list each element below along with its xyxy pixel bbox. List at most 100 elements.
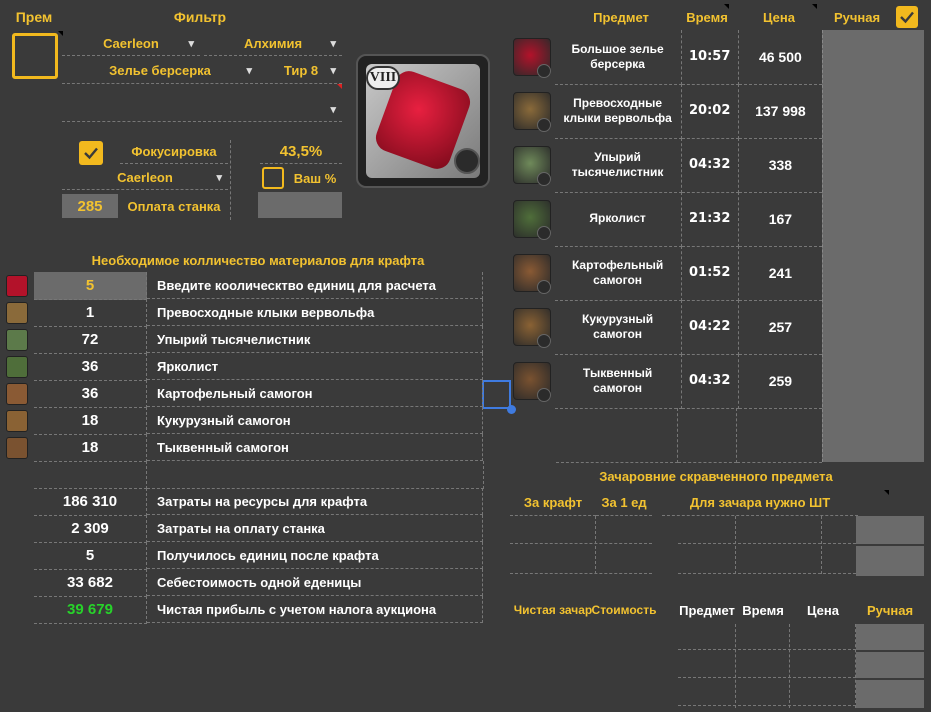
- summary-label: Себестоимость одной еденицы: [147, 569, 483, 596]
- materials-title: Необходимое колличество материалов для к…: [91, 252, 425, 268]
- manual-price-column[interactable]: [822, 30, 924, 462]
- materials-table: 5 Введите коолическтво единиц для расчет…: [0, 271, 484, 624]
- focus-checkbox[interactable]: [79, 141, 103, 165]
- price-row: Картофельный самогон 01:52 241: [510, 245, 823, 301]
- price-value[interactable]: 257: [738, 300, 823, 355]
- material-label: Упырий тысячелистник: [147, 326, 483, 353]
- empty-select[interactable]: [62, 98, 342, 122]
- net-enchant-label: Чистая зачар: [513, 603, 593, 617]
- header-manual: Ручная: [833, 9, 881, 25]
- item-select[interactable]: Зелье берсерка: [62, 58, 258, 84]
- material-qty: 18: [34, 433, 147, 462]
- material-label: Введите коолическтво единиц для расчета: [147, 272, 483, 299]
- tier-badge: VIII: [366, 66, 400, 90]
- material-qty[interactable]: 5: [34, 271, 147, 300]
- price-row: Тыквенный самогон 04:32 259: [510, 353, 823, 409]
- yarrow-icon: [6, 328, 28, 351]
- header-price: Цена: [763, 9, 795, 25]
- pumpkin-moonshine-icon: [6, 436, 28, 459]
- price-row: Превосходные клыки вервольфа 20:02 137 9…: [510, 83, 823, 139]
- price-row: Кукурузный самогон 04:22 257: [510, 299, 823, 355]
- material-row: 18 Кукурузный самогон: [0, 406, 484, 435]
- summary-value: 2 309: [34, 515, 147, 543]
- checkmark-icon: [84, 147, 98, 160]
- price-item-name: Превосходные клыки вервольфа: [554, 83, 682, 139]
- checkmark-icon: [900, 11, 914, 24]
- berserker-potion-icon: [6, 274, 28, 297]
- prices-table: Большое зелье берсерка 10:57 46 500 Прев…: [510, 29, 823, 463]
- price-time: 20:02: [681, 83, 739, 139]
- your-percent-label: Ваш %: [293, 170, 337, 186]
- brightleaf-icon: [6, 355, 28, 378]
- filter-label: Фильтр: [173, 9, 227, 25]
- price-time: 21:32: [681, 191, 739, 247]
- material-row: 1 Превосходные клыки вервольфа: [0, 298, 484, 327]
- summary-value: 5: [34, 542, 147, 570]
- header-item: Предмет: [593, 9, 649, 25]
- enchant-time-header: Время: [742, 602, 784, 618]
- material-label: Превосходные клыки вервольфа: [147, 299, 483, 326]
- needed-label: Для зачара нужно ШТ: [662, 490, 858, 516]
- price-item-name: Большое зелье берсерка: [554, 29, 682, 85]
- price-value[interactable]: 259: [738, 354, 823, 409]
- prem-label: Прем: [15, 9, 53, 25]
- material-qty: 18: [34, 406, 147, 435]
- material-label: Тыквенный самогон: [147, 434, 483, 461]
- summary-label: Затраты на ресурсы для крафта: [147, 488, 483, 515]
- prem-checkbox[interactable]: [12, 33, 58, 79]
- price-time: 04:32: [681, 353, 739, 409]
- your-percent-checkbox[interactable]: [262, 167, 284, 189]
- price-time: 04:32: [681, 137, 739, 193]
- station-fee-value[interactable]: 285: [62, 194, 118, 218]
- focus-percent: 43,5%: [260, 140, 342, 164]
- price-value[interactable]: 241: [738, 246, 823, 301]
- selected-cell[interactable]: [482, 380, 511, 409]
- price-value[interactable]: 167: [738, 192, 823, 247]
- material-qty: 36: [34, 379, 147, 408]
- price-item-name: Упырий тысячелистник: [554, 137, 682, 193]
- focus-label: Фокусировка: [120, 140, 228, 164]
- corn-hooch-icon: [6, 409, 28, 432]
- manual-checkbox[interactable]: [896, 6, 918, 28]
- price-time: 04:22: [681, 299, 739, 355]
- summary-row: 39 679 Чистая прибыль с учетом налога ау…: [0, 596, 484, 624]
- your-percent-input[interactable]: [258, 192, 342, 218]
- price-time: 01:52: [681, 245, 739, 301]
- summary-label: Получилось единиц после крафта: [147, 542, 483, 569]
- summary-value: 33 682: [34, 569, 147, 597]
- station-fee-label: Оплата станка: [127, 198, 221, 214]
- material-qty: 1: [34, 298, 147, 327]
- material-row: 72 Упырий тысячелистник: [0, 325, 484, 354]
- price-row: Большое зелье берсерка 10:57 46 500: [510, 29, 823, 85]
- material-label: Картофельный самогон: [147, 380, 483, 407]
- summary-row: 33 682 Себестоимость одной еденицы: [0, 569, 484, 597]
- header-time: Время: [686, 9, 728, 25]
- price-item-name: Картофельный самогон: [554, 245, 682, 301]
- material-qty: 36: [34, 352, 147, 381]
- material-label: Ярколист: [147, 353, 483, 380]
- category-select[interactable]: Алхимия: [204, 32, 342, 56]
- summary-value: 39 679: [34, 596, 147, 624]
- material-qty: 72: [34, 325, 147, 354]
- price-value[interactable]: 46 500: [738, 30, 823, 85]
- per-unit-label: За 1 ед: [596, 490, 652, 516]
- price-item-name: Ярколист: [554, 191, 682, 247]
- city-select-2[interactable]: Caerleon: [62, 166, 228, 190]
- tier-select[interactable]: Тир 8: [260, 58, 342, 84]
- werewolf-fangs-icon: [6, 301, 28, 324]
- price-item-name: Тыквенный самогон: [554, 353, 682, 409]
- cost-label: Стоимость: [591, 603, 657, 617]
- material-row: 36 Картофельный самогон: [0, 379, 484, 408]
- material-row: 36 Ярколист: [0, 352, 484, 381]
- summary-label: Затраты на оплату станка: [147, 515, 483, 542]
- enchant-manual-header: Ручная: [866, 602, 914, 618]
- summary-row: 5 Получилось единиц после крафта: [0, 542, 484, 570]
- summary-row: 2 309 Затраты на оплату станка: [0, 515, 484, 543]
- price-value[interactable]: 137 998: [738, 84, 823, 139]
- city-select[interactable]: Caerleon: [62, 32, 200, 56]
- price-time: 10:57: [681, 29, 739, 85]
- material-label: Кукурузный самогон: [147, 407, 483, 434]
- summary-value: 186 310: [34, 488, 147, 516]
- enchant-price-header: Цена: [807, 602, 839, 618]
- price-value[interactable]: 338: [738, 138, 823, 193]
